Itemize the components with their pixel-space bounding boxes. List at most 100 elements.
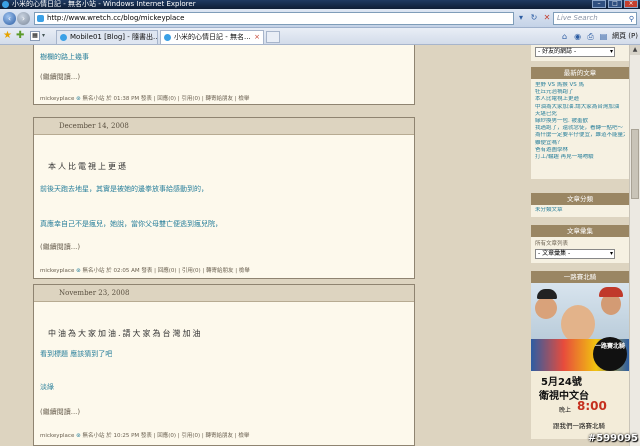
ad-banner[interactable]: 一路賽北騎 5月24號 衛視中文台 晚上 8:00 跟我們一路賽北騎: [531, 283, 629, 439]
chevron-down-icon: ▾: [609, 48, 613, 55]
friends-select-value: - 好友的網誌 -: [538, 48, 577, 55]
latest-item[interactable]: 天堪已死: [535, 111, 625, 118]
minimize-button[interactable]: –: [592, 0, 606, 8]
meta-publish: 發表: [140, 96, 152, 102]
ad-date: 5月24號: [541, 377, 582, 388]
command-bar: ⌂ ◉ ⎙ ▤ 網頁 (P): [560, 31, 638, 41]
stop-icon[interactable]: ✕: [542, 13, 552, 23]
dropdown-arrow-icon[interactable]: ▾: [516, 13, 526, 23]
meta-publish: 發表: [141, 268, 153, 274]
post-link[interactable]: 真應幸自己不是瘋兒，她說，當你父母雙亡便逃到瘋兒院，: [34, 219, 222, 229]
sidebar: - 好友的網誌 - ▾ 最新的文章 里野 VS 馬猴 VS 馬 牡丘元治禍跑了 …: [531, 45, 629, 446]
post-link[interactable]: 樹欄的路上幾事: [34, 52, 89, 62]
latest-item[interactable]: 雖便宜嗎？: [535, 140, 625, 147]
latest-item[interactable]: 本人比電視上更遜: [535, 96, 625, 103]
archive-select[interactable]: - 文章彙集 - ▾: [535, 249, 615, 259]
tab-bar: ★ ✚ ▦ ▾ Mobile01 [Blog] - 隨書出... 小米的心情日記…: [0, 28, 640, 45]
latest-item[interactable]: 為什麼一定要平仔便宜，難道不能量大: [535, 132, 625, 139]
post-link[interactable]: 前後天跑去地星，其實是被她的邊拳放事給感動到的，: [34, 184, 208, 194]
quick-tabs-icon[interactable]: ▦: [30, 31, 40, 41]
maximize-button[interactable]: □: [608, 0, 622, 8]
latest-item[interactable]: 中油為大家加油.請大家為台灣加油: [535, 104, 625, 111]
ad-logo: 一路賽北騎: [593, 337, 627, 371]
meta-author[interactable]: mickeyplace: [40, 96, 74, 102]
window-controls: – □ ×: [592, 0, 638, 8]
home-icon[interactable]: ⌂: [560, 32, 569, 41]
latest-item[interactable]: 牡丘元治禍跑了: [535, 89, 625, 96]
ad-time-label: 晚上: [559, 407, 572, 414]
category-box: 未分類文章: [531, 205, 629, 217]
new-tab-button[interactable]: [266, 31, 280, 43]
add-favorites-icon[interactable]: ✚: [16, 31, 26, 41]
archive-box: 所有文章列表 - 文章彙集 - ▾: [531, 237, 629, 263]
meta-actions[interactable]: | 回應(0) | 引用(0) | 轉寄給朋友 | 檢舉: [154, 268, 250, 274]
post-link[interactable]: 淡綠: [34, 382, 54, 392]
address-bar: ‹ › http://www.wretch.cc/blog/mickeyplac…: [0, 9, 640, 28]
search-icon[interactable]: ⚲: [629, 14, 634, 25]
category-heading: 文章分類: [531, 193, 629, 205]
archive-all-link[interactable]: 所有文章列表: [535, 239, 625, 247]
close-window-button[interactable]: ×: [624, 0, 638, 8]
search-input[interactable]: Live Search ⚲: [553, 12, 637, 25]
latest-item[interactable]: 爸有遊圖學林: [535, 147, 625, 154]
meta-site[interactable]: 無名小站: [82, 268, 104, 274]
meta-author[interactable]: mickeyplace: [40, 433, 74, 439]
read-more-link[interactable]: (繼續閱讀...): [34, 242, 80, 252]
scroll-thumb[interactable]: [631, 129, 639, 199]
latest-item[interactable]: 緣紗換男一包. 被羞歡: [535, 118, 625, 125]
page-icon: [37, 15, 44, 22]
meta-time: 於 02:05 AM: [106, 268, 140, 274]
latest-item[interactable]: 我過跑了，還就念徒，看轉一點吧～: [535, 125, 625, 132]
meta-author[interactable]: mickeyplace: [40, 268, 74, 274]
vertical-scrollbar[interactable]: ▲: [629, 45, 640, 446]
chevron-down-icon: ▾: [609, 250, 613, 257]
favorites-star-icon[interactable]: ★: [3, 31, 13, 41]
feeds-icon[interactable]: ◉: [573, 32, 582, 41]
url-input[interactable]: http://www.wretch.cc/blog/mickeyplace: [34, 12, 514, 25]
tab-label: 小米的心情日記 - 無名...: [174, 33, 251, 41]
meta-time: 於 10:25 PM: [106, 433, 140, 439]
blog-post: December 14, 2008 本人比電視上更遜 前後天跑去地星，其實是被她…: [33, 117, 415, 279]
tab-close-icon[interactable]: ×: [254, 31, 260, 44]
meta-separator: ⊛: [76, 96, 81, 102]
refresh-icon[interactable]: ↻: [529, 13, 539, 23]
latest-list: 里野 VS 馬猴 VS 馬 牡丘元治禍跑了 本人比電視上更遜 中油為大家加油.請…: [531, 79, 629, 179]
window-titlebar: 小米的心情日記 - 無名小站 - Windows Internet Explor…: [0, 0, 640, 9]
tab-mobile01[interactable]: Mobile01 [Blog] - 隨書出...: [56, 30, 158, 44]
meta-site[interactable]: 無名小站: [82, 433, 104, 439]
left-margin: [0, 45, 33, 446]
friends-box: - 好友的網誌 - ▾: [531, 45, 629, 61]
latest-item[interactable]: 里野 VS 馬猴 VS 馬: [535, 82, 625, 89]
forward-button[interactable]: ›: [17, 12, 30, 25]
scroll-up-icon[interactable]: ▲: [630, 45, 640, 55]
read-more-link[interactable]: (繼續閱讀...): [34, 72, 80, 82]
tab-mickeyplace[interactable]: 小米的心情日記 - 無名... ×: [160, 30, 264, 44]
print-icon[interactable]: ⎙: [586, 32, 595, 41]
post-date: November 23, 2008: [34, 285, 414, 302]
read-more-link[interactable]: (繼續閱讀...): [34, 407, 80, 417]
friends-select[interactable]: - 好友的網誌 - ▾: [535, 47, 615, 57]
ad-time: 8:00: [577, 399, 607, 413]
page-menu-label[interactable]: 網頁 (P): [612, 31, 638, 41]
address-tools: ▾ ↻ ✕: [516, 13, 552, 23]
post-meta: mickeyplace ⊛ 無名小站 於 10:25 PM 發表 | 回應(0)…: [34, 431, 249, 439]
post-date: December 14, 2008: [34, 118, 414, 135]
back-button[interactable]: ‹: [3, 12, 16, 25]
category-item[interactable]: 未分類文章: [535, 207, 625, 214]
post-link[interactable]: 看到標題 應該猜到了吧: [34, 349, 112, 359]
archive-heading: 文章彙集: [531, 225, 629, 237]
meta-actions[interactable]: | 回應(0) | 引用(0) | 轉寄給朋友 | 檢舉: [154, 433, 250, 439]
latest-item[interactable]: 打工/輪趣 再見一場吻驗: [535, 154, 625, 161]
tab-label: Mobile01 [Blog] - 隨書出...: [70, 33, 158, 41]
meta-actions[interactable]: | 回應(0) | 引用(0) | 轉寄給朋友 | 檢舉: [154, 96, 250, 102]
ad-slogan: 跟我們一路賽北騎: [553, 422, 605, 430]
meta-site[interactable]: 無名小站: [82, 96, 104, 102]
meta-time: 於 01:38 PM: [106, 96, 140, 102]
post-meta: mickeyplace ⊛ 無名小站 於 01:38 PM 發表 | 回應(0)…: [34, 94, 249, 102]
page-menu-icon[interactable]: ▤: [599, 32, 608, 41]
post-title[interactable]: 本人比電視上更遜: [34, 161, 128, 172]
tab-list-icon[interactable]: ▾: [42, 31, 50, 41]
tab-page-icon: [60, 34, 67, 41]
ad-heading: 一路賽北騎: [531, 271, 629, 283]
post-title[interactable]: 中油為大家加油.請大家為台灣加油: [34, 328, 203, 339]
